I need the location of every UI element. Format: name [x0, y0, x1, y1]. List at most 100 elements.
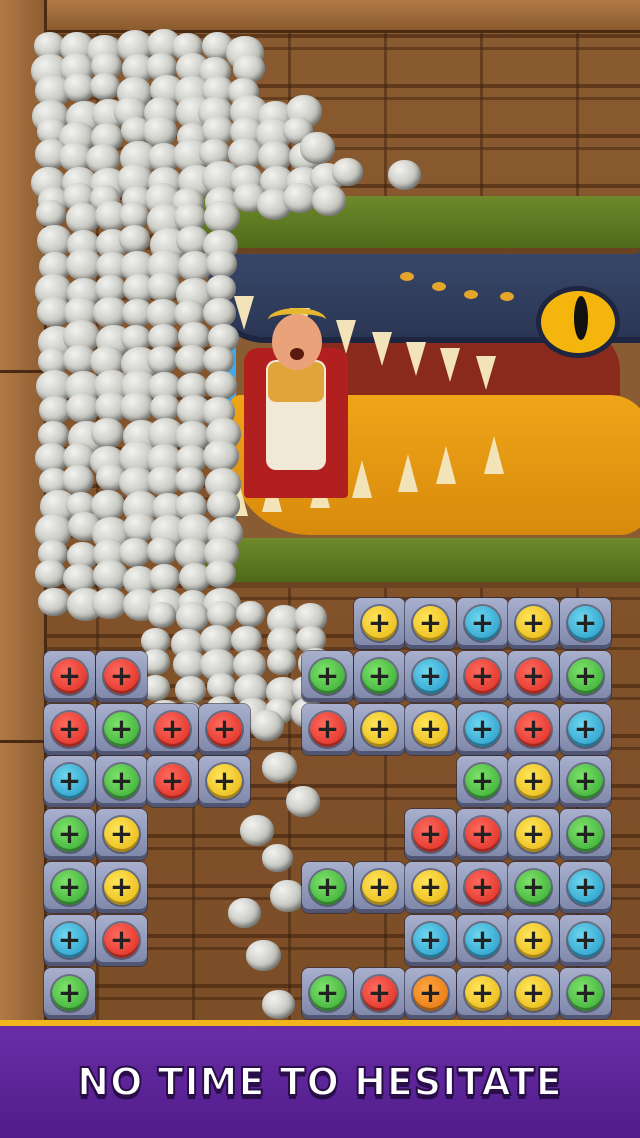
blue-screw-icon[interactable]: + [413, 923, 448, 958]
yellow-screw-icon[interactable]: + [362, 712, 397, 747]
screw-tile[interactable]: + [147, 756, 198, 807]
blue-screw-icon[interactable]: + [465, 923, 500, 958]
red-screw-icon[interactable]: + [465, 659, 500, 694]
screw-tile[interactable]: + [96, 704, 147, 755]
green-screw-icon[interactable]: + [568, 764, 603, 799]
screw-tile[interactable]: + [508, 809, 559, 860]
green-screw-icon[interactable]: + [465, 764, 500, 799]
yellow-screw-icon[interactable]: + [516, 923, 551, 958]
red-screw-icon[interactable]: + [155, 764, 190, 799]
yellow-screw-icon[interactable]: + [207, 764, 242, 799]
red-screw-icon[interactable]: + [362, 976, 397, 1011]
screw-tile[interactable]: + [44, 915, 95, 966]
screw-tile[interactable]: + [44, 809, 95, 860]
green-screw-icon[interactable]: + [568, 659, 603, 694]
yellow-screw-icon[interactable]: + [104, 870, 139, 905]
screw-tile[interactable]: + [44, 704, 95, 755]
screw-tile[interactable]: + [302, 862, 353, 913]
red-screw-icon[interactable]: + [207, 712, 242, 747]
screw-tile[interactable]: + [457, 862, 508, 913]
yellow-screw-icon[interactable]: + [413, 712, 448, 747]
red-screw-icon[interactable]: + [310, 712, 345, 747]
red-screw-icon[interactable]: + [516, 659, 551, 694]
blue-screw-icon[interactable]: + [52, 923, 87, 958]
screw-tile[interactable]: + [44, 756, 95, 807]
screw-tile[interactable]: + [96, 809, 147, 860]
yellow-screw-icon[interactable]: + [516, 817, 551, 852]
screw-tile[interactable]: + [96, 862, 147, 913]
green-screw-icon[interactable]: + [52, 976, 87, 1011]
screw-tile[interactable]: + [405, 704, 456, 755]
screw-tile[interactable]: + [302, 968, 353, 1019]
red-screw-icon[interactable]: + [155, 712, 190, 747]
red-screw-icon[interactable]: + [413, 817, 448, 852]
orange-screw-icon[interactable]: + [413, 976, 448, 1011]
green-screw-icon[interactable]: + [362, 659, 397, 694]
screw-tile[interactable]: + [508, 968, 559, 1019]
screw-tile[interactable]: + [560, 756, 611, 807]
screw-tile[interactable]: + [405, 968, 456, 1019]
green-screw-icon[interactable]: + [310, 659, 345, 694]
screw-tile[interactable]: + [44, 862, 95, 913]
blue-screw-icon[interactable]: + [568, 870, 603, 905]
red-screw-icon[interactable]: + [516, 712, 551, 747]
screw-tile[interactable]: + [147, 704, 198, 755]
screw-tile[interactable]: + [354, 968, 405, 1019]
screw-tile[interactable]: + [405, 862, 456, 913]
screw-tile[interactable]: + [560, 968, 611, 1019]
screw-tile[interactable]: + [508, 915, 559, 966]
screw-tile[interactable]: + [560, 915, 611, 966]
screw-tile[interactable]: + [457, 968, 508, 1019]
screw-tile[interactable]: + [405, 915, 456, 966]
yellow-screw-icon[interactable]: + [104, 817, 139, 852]
green-screw-icon[interactable]: + [568, 976, 603, 1011]
screw-tile[interactable]: + [457, 915, 508, 966]
screw-tile[interactable]: + [508, 862, 559, 913]
yellow-screw-icon[interactable]: + [516, 606, 551, 641]
screw-tile[interactable]: + [44, 651, 95, 702]
yellow-screw-icon[interactable]: + [516, 976, 551, 1011]
screw-tile[interactable]: + [199, 704, 250, 755]
screw-tile[interactable]: + [508, 598, 559, 649]
red-screw-icon[interactable]: + [465, 870, 500, 905]
screw-tile[interactable]: + [508, 704, 559, 755]
green-screw-icon[interactable]: + [516, 870, 551, 905]
yellow-screw-icon[interactable]: + [465, 976, 500, 1011]
screw-tile[interactable]: + [560, 862, 611, 913]
screw-tile[interactable]: + [508, 756, 559, 807]
screw-tile[interactable]: + [560, 651, 611, 702]
blue-screw-icon[interactable]: + [52, 764, 87, 799]
yellow-screw-icon[interactable]: + [516, 764, 551, 799]
screw-tile[interactable]: + [354, 862, 405, 913]
blue-screw-icon[interactable]: + [413, 659, 448, 694]
green-screw-icon[interactable]: + [310, 870, 345, 905]
screw-tile[interactable]: + [199, 756, 250, 807]
screw-tile[interactable]: + [354, 651, 405, 702]
screw-tile[interactable]: + [560, 704, 611, 755]
green-screw-icon[interactable]: + [52, 817, 87, 852]
red-screw-icon[interactable]: + [52, 712, 87, 747]
green-screw-icon[interactable]: + [52, 870, 87, 905]
yellow-screw-icon[interactable]: + [413, 870, 448, 905]
screw-tile[interactable]: + [354, 598, 405, 649]
screw-tile[interactable]: + [96, 915, 147, 966]
green-screw-icon[interactable]: + [104, 764, 139, 799]
yellow-screw-icon[interactable]: + [413, 606, 448, 641]
screw-tile[interactable]: + [96, 651, 147, 702]
green-screw-icon[interactable]: + [104, 712, 139, 747]
screw-tile[interactable]: + [405, 598, 456, 649]
red-screw-icon[interactable]: + [104, 659, 139, 694]
red-screw-icon[interactable]: + [52, 659, 87, 694]
screw-tile[interactable]: + [405, 651, 456, 702]
screw-tile[interactable]: + [457, 704, 508, 755]
screw-tile[interactable]: + [302, 651, 353, 702]
screw-tile[interactable]: + [354, 704, 405, 755]
green-screw-icon[interactable]: + [310, 976, 345, 1011]
screw-tile[interactable]: + [405, 809, 456, 860]
screw-tile[interactable]: + [457, 756, 508, 807]
blue-screw-icon[interactable]: + [568, 923, 603, 958]
screw-tile[interactable]: + [560, 809, 611, 860]
yellow-screw-icon[interactable]: + [362, 606, 397, 641]
red-screw-icon[interactable]: + [104, 923, 139, 958]
screw-tile[interactable]: + [457, 598, 508, 649]
